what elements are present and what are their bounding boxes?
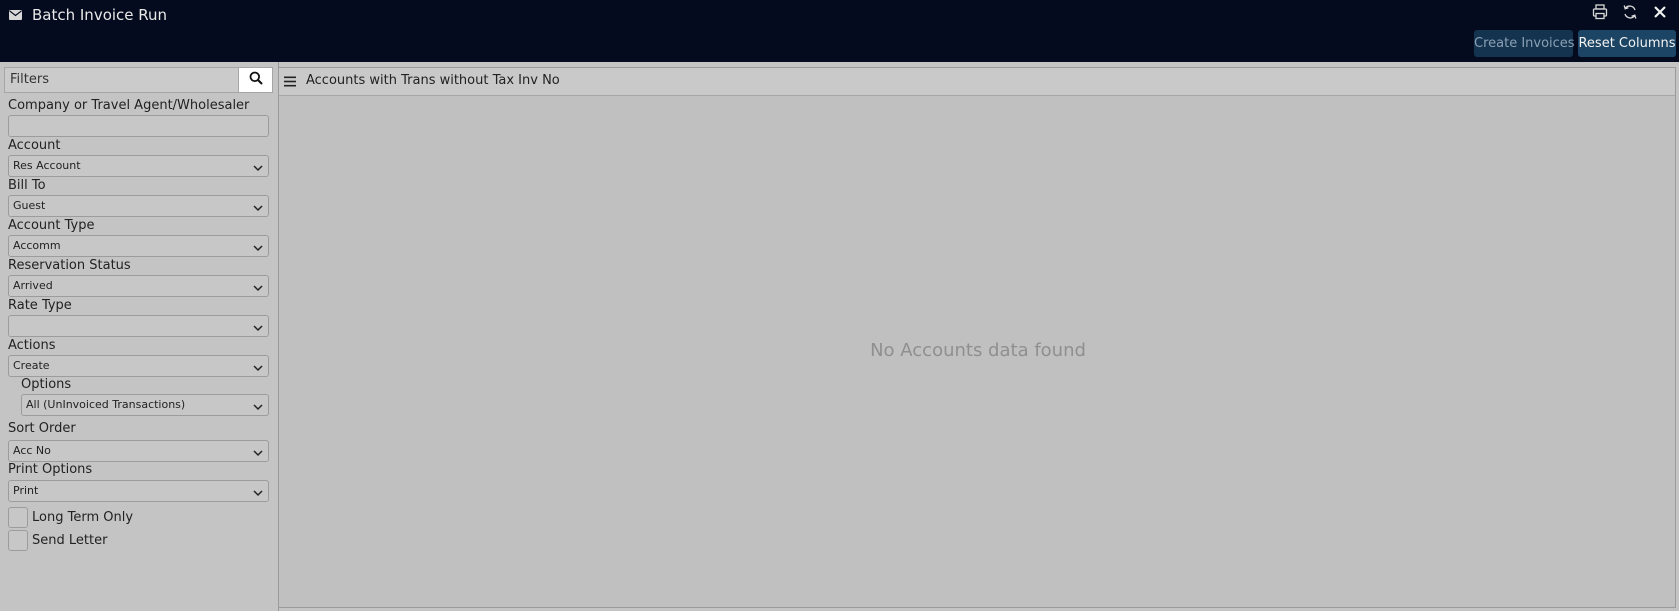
- account-type-value: Accomm: [13, 239, 61, 252]
- actions-select[interactable]: Create: [8, 355, 269, 377]
- send-letter-row[interactable]: Send Letter: [8, 530, 107, 551]
- options-value: All (UnInvoiced Transactions): [26, 398, 186, 411]
- filters-title: Filters: [10, 72, 49, 87]
- chevron-down-icon: [253, 490, 263, 497]
- chevron-down-icon: [253, 365, 263, 372]
- actions-value: Create: [13, 359, 50, 372]
- long-term-only-checkbox[interactable]: [8, 507, 28, 528]
- print-options-value: Print: [13, 484, 39, 497]
- chevron-down-icon: [253, 165, 263, 172]
- chevron-down-icon: [253, 245, 263, 252]
- search-button[interactable]: [238, 68, 272, 92]
- company-label: Company or Travel Agent/Wholesaler: [8, 98, 250, 113]
- chevron-down-icon: [253, 285, 263, 292]
- long-term-only-row[interactable]: Long Term Only: [8, 507, 133, 528]
- account-value: Res Account: [13, 159, 81, 172]
- grid-header: Accounts with Trans without Tax Inv No: [279, 68, 1675, 96]
- accounts-grid-panel: Accounts with Trans without Tax Inv No N…: [278, 67, 1676, 608]
- rate-type-label: Rate Type: [8, 298, 72, 313]
- empty-state-message: No Accounts data found: [870, 340, 1086, 361]
- chevron-down-icon: [253, 325, 263, 332]
- chevron-down-icon: [253, 450, 263, 457]
- options-label: Options: [21, 377, 72, 392]
- refresh-icon[interactable]: [1621, 3, 1639, 21]
- window-title-group: Batch Invoice Run: [9, 5, 167, 25]
- print-options-select[interactable]: Print: [8, 480, 269, 502]
- reservation-status-value: Arrived: [13, 279, 53, 292]
- reset-columns-button[interactable]: Reset Columns: [1578, 30, 1676, 57]
- grid-title: Accounts with Trans without Tax Inv No: [306, 73, 560, 88]
- rate-type-select[interactable]: [8, 315, 269, 337]
- mail-icon: [9, 10, 22, 20]
- long-term-only-label: Long Term Only: [32, 510, 134, 525]
- options-select[interactable]: All (UnInvoiced Transactions): [21, 394, 269, 416]
- hamburger-menu-icon[interactable]: [284, 75, 297, 88]
- close-icon[interactable]: [1651, 3, 1669, 21]
- print-icon[interactable]: [1591, 3, 1609, 21]
- filters-header: Filters: [4, 67, 273, 93]
- bill-to-label: Bill To: [8, 178, 46, 193]
- chevron-down-icon: [253, 205, 263, 212]
- actions-label: Actions: [8, 338, 56, 353]
- bill-to-value: Guest: [13, 199, 46, 212]
- print-options-label: Print Options: [8, 462, 93, 477]
- sort-order-label: Sort Order: [8, 421, 76, 436]
- account-select[interactable]: Res Account: [8, 155, 269, 177]
- company-input[interactable]: [8, 115, 269, 137]
- bill-to-select[interactable]: Guest: [8, 195, 269, 217]
- send-letter-label: Send Letter: [32, 533, 108, 548]
- sort-order-value: Acc No: [13, 444, 51, 457]
- account-label: Account: [8, 138, 61, 153]
- filters-panel: Filters Company or Travel Agent/Wholesal…: [0, 62, 279, 611]
- account-type-select[interactable]: Accomm: [8, 235, 269, 257]
- send-letter-checkbox[interactable]: [8, 530, 28, 551]
- page-title: Batch Invoice Run: [32, 6, 168, 24]
- header-bar: Batch Invoice Run Create Invoices Reset …: [0, 0, 1679, 62]
- reservation-status-label: Reservation Status: [8, 258, 131, 273]
- account-type-label: Account Type: [8, 218, 95, 233]
- reservation-status-select[interactable]: Arrived: [8, 275, 269, 297]
- create-invoices-button[interactable]: Create Invoices: [1474, 30, 1575, 57]
- sort-order-select[interactable]: Acc No: [8, 440, 269, 462]
- search-icon: [249, 71, 263, 89]
- chevron-down-icon: [253, 404, 263, 411]
- window-actions: [1591, 3, 1669, 21]
